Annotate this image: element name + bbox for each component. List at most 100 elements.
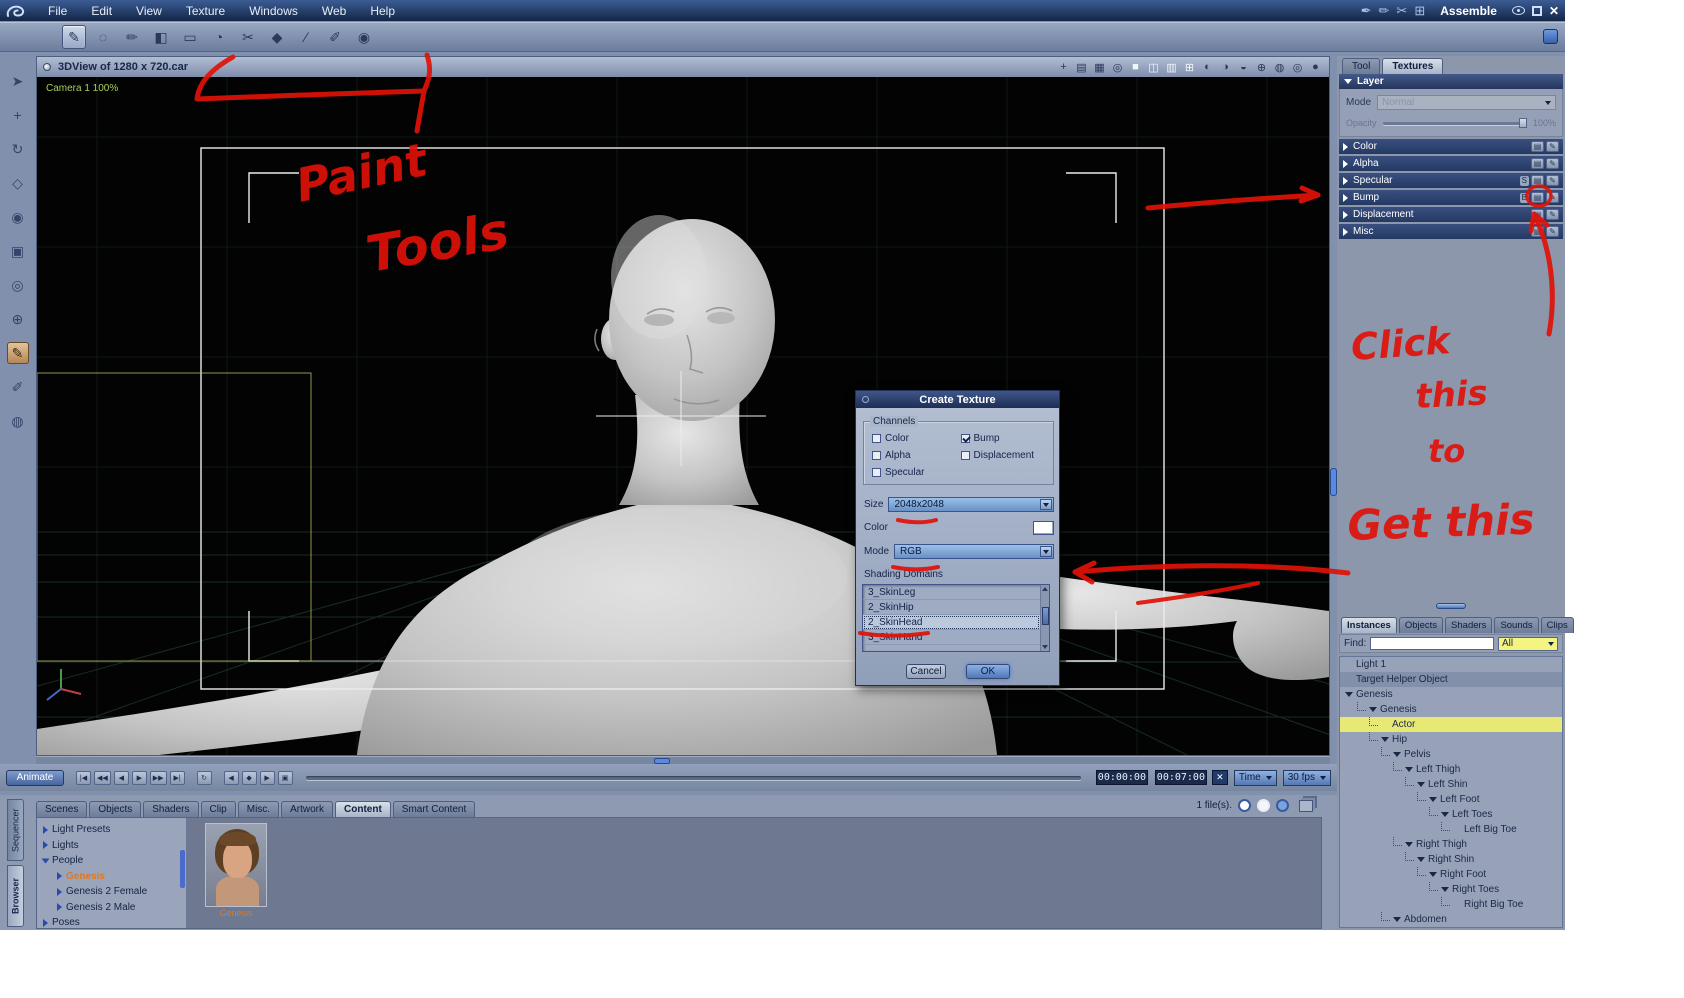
content-tree-item[interactable]: Genesis 2 Female xyxy=(37,884,186,900)
channel-paint-icon[interactable]: ✎ xyxy=(1546,209,1559,220)
viewport-canvas[interactable]: Camera 1 100% xyxy=(37,77,1329,755)
hierarchy-item[interactable]: Light 1 xyxy=(1340,657,1562,672)
line-tool-icon[interactable]: ∕ xyxy=(294,25,318,49)
pencil-icon[interactable]: ✏ xyxy=(1379,3,1390,19)
hierarchy-item[interactable]: Hip xyxy=(1340,731,1562,747)
pointer-tool-icon[interactable]: ➤ xyxy=(7,70,29,92)
room-label[interactable]: Assemble xyxy=(1440,4,1497,18)
scissors-tool-icon[interactable]: ✂ xyxy=(236,25,260,49)
expand-arrow-icon[interactable] xyxy=(1343,193,1348,202)
animate-button[interactable]: Animate xyxy=(6,769,64,786)
blend-mode-select[interactable]: Normal xyxy=(1377,95,1556,110)
channel-row[interactable]: Specular S ▤ ✎ xyxy=(1339,173,1563,188)
expand-arrow-icon[interactable] xyxy=(43,841,48,850)
properties-icon[interactable]: ▤ xyxy=(1074,61,1089,74)
hierarchy-item[interactable]: Genesis xyxy=(1340,687,1562,702)
scroll-up-icon[interactable] xyxy=(1042,587,1048,591)
viewport-menu-icon[interactable] xyxy=(43,63,51,71)
hierarchy-item[interactable]: Genesis xyxy=(1340,701,1562,717)
channel-row[interactable]: Bump B ▤ ✎ xyxy=(1339,190,1563,205)
channel-paint-icon[interactable]: ✎ xyxy=(1546,192,1559,203)
expand-arrow-icon[interactable] xyxy=(1405,767,1413,772)
knife-icon[interactable]: ✂ xyxy=(1396,3,1407,19)
scroll-down-icon[interactable] xyxy=(1042,645,1048,649)
color-checkbox[interactable]: Color xyxy=(872,432,961,444)
dock-toggle-icon[interactable] xyxy=(1543,29,1558,44)
browser-tab[interactable]: Smart Content xyxy=(392,801,476,817)
slider-handle[interactable] xyxy=(1518,117,1527,128)
panel-splitter[interactable] xyxy=(1337,601,1565,611)
shading-domain-item[interactable]: 3_SkinHand xyxy=(863,630,1040,645)
step-back-button[interactable]: ◀ xyxy=(113,770,129,785)
panel-splitter-handle[interactable] xyxy=(1330,468,1337,496)
expand-arrow-icon[interactable] xyxy=(1343,159,1348,168)
content-tree-item[interactable]: Lights xyxy=(37,838,186,854)
menu-item[interactable]: Texture xyxy=(174,2,237,20)
hierarchy-item[interactable]: Actor xyxy=(1340,716,1562,732)
list-scrollbar[interactable] xyxy=(1040,585,1049,651)
go-start-button[interactable]: |◀ xyxy=(76,770,91,785)
top-view-icon[interactable]: ◑ xyxy=(1218,61,1233,73)
current-time-field[interactable]: 00:00:00 xyxy=(1095,770,1148,785)
hierarchy-item[interactable]: Abdomen xyxy=(1340,911,1562,927)
viewport-header[interactable]: 3DView of 1280 x 720.car + ▤ ▦ ◎ ■ ◫ ▥ ⊞ ◐ ◑ ◒ ⊕ ◍ ◎ ● xyxy=(37,57,1329,77)
bank-camera-icon[interactable]: ◎ xyxy=(7,274,29,296)
fast-back-button[interactable]: ◀◀ xyxy=(94,770,111,785)
fill-tool-icon[interactable]: ◧ xyxy=(149,25,173,49)
layers-icon[interactable] xyxy=(1299,799,1313,812)
checkbox-box-icon[interactable] xyxy=(872,467,881,477)
size-select[interactable]: 2048x2048 xyxy=(888,497,1054,512)
channel-list-icon[interactable]: ▤ xyxy=(1531,141,1544,152)
tree-scrollbar[interactable] xyxy=(180,850,185,888)
motion-icon[interactable]: ◎ xyxy=(1110,61,1125,74)
shading-domain-item[interactable]: 2_SkinHead xyxy=(863,615,1040,630)
expand-arrow-icon[interactable] xyxy=(57,903,62,912)
channel-list-icon[interactable]: ▤ xyxy=(1531,209,1544,220)
filter-circle-blue-icon[interactable] xyxy=(1276,799,1289,812)
mode-select[interactable]: RGB xyxy=(894,544,1054,559)
expand-arrow-icon[interactable] xyxy=(1343,176,1348,185)
pen-nib-icon[interactable]: ✒ xyxy=(1361,3,1372,19)
scrub-strip[interactable] xyxy=(36,756,1330,764)
hierarchy-item[interactable]: Right Toes xyxy=(1340,881,1562,897)
key-options-button[interactable]: ▣ xyxy=(277,770,293,785)
browser-tab[interactable]: Scenes xyxy=(36,801,88,817)
expand-arrow-icon[interactable] xyxy=(1343,227,1348,236)
fast-forward-button[interactable]: ▶▶ xyxy=(149,770,167,785)
instances-tab[interactable]: Sounds xyxy=(1494,617,1539,633)
alpha-checkbox[interactable]: Alpha xyxy=(872,449,961,461)
end-time-field[interactable]: 00:07:00 xyxy=(1154,770,1207,785)
expand-arrow-icon[interactable] xyxy=(1369,707,1377,712)
chevron-down-icon[interactable] xyxy=(1040,499,1052,510)
checkbox-box-icon[interactable] xyxy=(960,433,970,443)
content-tree-item[interactable]: Poses xyxy=(37,915,186,928)
palette-icon[interactable]: ⊞ xyxy=(1414,3,1425,19)
add-key-button[interactable]: ◆ xyxy=(241,770,257,785)
hierarchy-item[interactable]: Left Shin xyxy=(1340,776,1562,792)
displacement-checkbox[interactable]: Displacement xyxy=(960,449,1050,461)
shading-domain-item[interactable]: 2_SkinHip xyxy=(863,600,1040,615)
channel-list-icon[interactable]: ▤ xyxy=(1531,192,1544,203)
paint-3d-tool-icon[interactable]: ✎ xyxy=(6,342,29,364)
layer-header[interactable]: Layer xyxy=(1339,74,1563,89)
hierarchy-item[interactable]: Left Foot xyxy=(1340,791,1562,807)
right-panel-tab[interactable]: Tool xyxy=(1342,58,1381,74)
expand-arrow-icon[interactable] xyxy=(1381,737,1389,742)
airbrush-tool-icon[interactable]: ◔ xyxy=(207,25,231,49)
menu-item[interactable]: Web xyxy=(310,2,358,20)
menu-item[interactable]: View xyxy=(124,2,174,20)
timeline-icon[interactable]: ▦ xyxy=(1092,61,1107,74)
focus-tool-icon[interactable]: ◉ xyxy=(7,206,29,228)
expand-arrow-icon[interactable] xyxy=(1441,812,1449,817)
hierarchy-item[interactable]: Left Big Toe xyxy=(1340,821,1562,837)
hierarchy-item[interactable]: Right Foot xyxy=(1340,866,1562,882)
menu-item[interactable]: Help xyxy=(358,2,407,20)
expand-arrow-icon[interactable] xyxy=(43,825,48,834)
channel-paint-icon[interactable]: ✎ xyxy=(1546,158,1559,169)
play-button[interactable]: ▶ xyxy=(131,770,147,785)
hand-tool-icon[interactable]: ◌ xyxy=(91,25,115,49)
channel-paint-icon[interactable]: ✎ xyxy=(1546,175,1559,186)
rotate-tool-icon[interactable]: ↻ xyxy=(7,138,29,160)
content-tree-item[interactable]: Genesis xyxy=(37,869,186,885)
chevron-down-icon[interactable] xyxy=(1040,546,1052,557)
